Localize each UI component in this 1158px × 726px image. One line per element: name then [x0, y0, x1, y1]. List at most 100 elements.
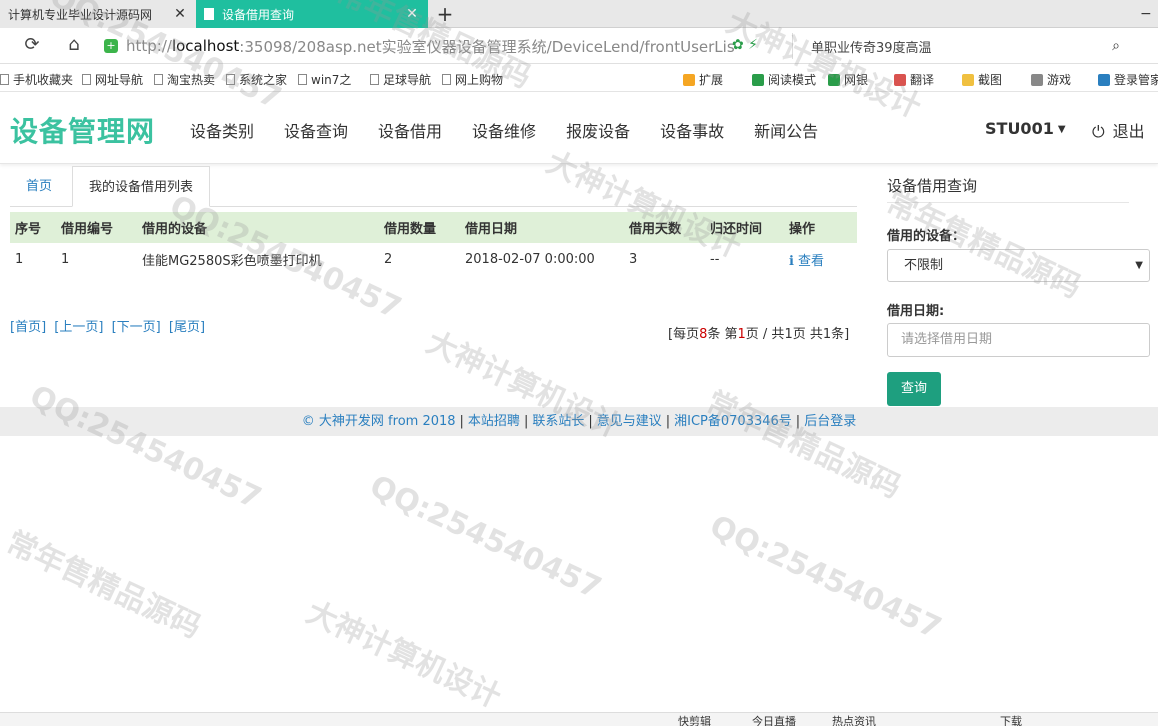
main-nav: 设备类别 设备查询 设备借用 设备维修 报废设备 设备事故 新闻公告 [190, 118, 848, 142]
nav-scrapped-device[interactable]: 报废设备 [566, 118, 630, 142]
footer-link-recruit[interactable]: 本站招聘 [468, 414, 520, 429]
column-header: 归还时间 [705, 212, 784, 243]
footer-link-icp[interactable]: 湘ICP备0703346号 [674, 414, 792, 429]
date-field-label: 借用日期: [887, 304, 945, 319]
watermark: QQ:254540457 [704, 508, 947, 647]
toolbar-reading-mode[interactable]: 阅读模式 [752, 71, 816, 88]
cell-count: 2 [384, 251, 393, 267]
toolbar-translate[interactable]: 翻译 [894, 71, 934, 88]
bookmark-icon [298, 74, 307, 85]
cell-date: 2018-02-07 0:00:00 [465, 251, 595, 267]
toolbar-screenshot[interactable]: 截图 [962, 71, 1002, 88]
search-suggestion: 单职业传奇39度高温 [811, 40, 932, 56]
search-icon[interactable]: ⌕ [1112, 38, 1120, 54]
nav-device-lend[interactable]: 设备借用 [378, 118, 442, 142]
browser-tab-source-site[interactable]: 计算机专业毕业设计源码网 ✕ [0, 0, 196, 28]
nav-news[interactable]: 新闻公告 [754, 118, 818, 142]
lend-date-input[interactable]: 请选择借用日期 [887, 323, 1150, 357]
reading-mode-icon [752, 74, 764, 86]
device-field-label: 借用的设备： [887, 229, 966, 244]
watermark: QQ:254540457 [24, 378, 267, 517]
cell-action: ℹ 查看 [784, 243, 857, 275]
reload-icon[interactable]: ⟳ [20, 34, 44, 55]
status-download[interactable]: 下载 [1000, 713, 1022, 726]
footer-link-admin-login[interactable]: 后台登录 [804, 414, 856, 429]
nav-device-accident[interactable]: 设备事故 [660, 118, 724, 142]
pager-first[interactable]: [首页] [10, 320, 46, 335]
toolbar-login-manager[interactable]: 登录管家 [1098, 71, 1158, 88]
footer-link-contact[interactable]: 联系站长 [532, 414, 584, 429]
browser-status-bar: 快剪辑 今日直播 热点资讯 下载 [0, 712, 1158, 726]
bookmark-icon [82, 74, 91, 85]
username: STU001 [985, 119, 1054, 138]
close-icon[interactable]: ✕ [172, 6, 188, 22]
current-page: 1 [737, 327, 746, 342]
url-host: localhost [171, 37, 240, 55]
total-records: 1 [822, 327, 832, 342]
nav-device-query[interactable]: 设备查询 [284, 118, 348, 142]
tab-my-lend-list[interactable]: 我的设备借用列表 [72, 166, 211, 207]
browser-tab-title: 计算机专业毕业设计源码网 [8, 7, 153, 22]
user-menu[interactable]: STU001 ▼ [985, 119, 1066, 138]
watermark: 大神计算机设计 [300, 594, 507, 716]
toolbar-extensions[interactable]: 扩展 [683, 71, 723, 88]
new-tab-button[interactable]: + [434, 2, 456, 26]
bookmark-item[interactable]: 网址导航 [82, 71, 143, 88]
site-brand[interactable]: 设备管理网 [10, 110, 155, 150]
column-header: 借用数量 [379, 212, 460, 243]
footer-link-feedback[interactable]: 意见与建议 [597, 414, 662, 429]
query-button[interactable]: 查询 [887, 372, 941, 406]
column-header: 操作 [784, 212, 857, 243]
lend-table: 序号 借用编号 借用的设备 借用数量 借用日期 借用天数 归还时间 操作 1 1… [10, 212, 857, 275]
screenshot-icon [962, 74, 974, 86]
toolbar-bank[interactable]: 网银 [828, 71, 868, 88]
bookmark-icon [370, 74, 379, 85]
url-field[interactable]: + http://localhost:35098/208asp.net实验室仪器… [104, 33, 774, 59]
bookmark-icon [154, 74, 163, 85]
login-manager-icon [1098, 74, 1110, 86]
page-icon [204, 8, 214, 20]
pager: [首页] [上一页] [下一页] [尾页] [10, 316, 209, 335]
device-select[interactable]: 不限制 ▼ [887, 249, 1150, 282]
extensions-icon [683, 74, 695, 86]
total-pages: 1 [784, 327, 793, 342]
watermark: 常年售精品源码 [700, 384, 907, 506]
speed-lightning-icon[interactable]: ✿ ⚡ [732, 37, 758, 53]
browser-tab-strip: 计算机专业毕业设计源码网 ✕ 设备借用查询 ✕ + − [0, 0, 1158, 28]
pager-prev[interactable]: [上一页] [54, 320, 103, 335]
bookmark-item[interactable]: 淘宝热卖 [154, 71, 215, 88]
close-icon[interactable]: ✕ [404, 6, 420, 22]
secure-shield-icon: + [104, 39, 118, 53]
pager-last[interactable]: [尾页] [169, 320, 205, 335]
bookmark-item[interactable]: 网上购物 [442, 71, 503, 88]
table-header-row: 序号 借用编号 借用的设备 借用数量 借用日期 借用天数 归还时间 操作 [10, 212, 857, 243]
nav-device-repair[interactable]: 设备维修 [472, 118, 536, 142]
browser-tab-lend-query[interactable]: 设备借用查询 ✕ [196, 0, 428, 28]
minimize-icon[interactable]: − [1140, 6, 1152, 22]
bookmark-item[interactable]: 足球导航 [370, 71, 431, 88]
pager-next[interactable]: [下一页] [112, 320, 161, 335]
bank-icon [828, 74, 840, 86]
footer-copyright[interactable]: © 大神开发网 from 2018 [302, 414, 456, 429]
caret-down-icon: ▼ [1135, 260, 1143, 271]
browser-search-input[interactable]: 单职业传奇39度高温 ⌕ [792, 33, 1132, 59]
bookmark-item[interactable]: win7之 [298, 71, 351, 88]
cell-device: 佳能MG2580S彩色喷墨打印机 [142, 253, 322, 269]
view-link[interactable]: ℹ 查看 [789, 254, 824, 269]
cell-days: 3 [629, 251, 638, 267]
nav-device-category[interactable]: 设备类别 [190, 118, 254, 142]
bookmark-item[interactable]: 系统之家 [226, 71, 287, 88]
home-icon[interactable]: ⌂ [62, 34, 86, 55]
column-header: 序号 [10, 212, 56, 243]
cell-index: 1 [15, 251, 24, 267]
status-live[interactable]: 今日直播 [752, 713, 796, 726]
status-hot-news[interactable]: 热点资讯 [832, 713, 876, 726]
bookmark-item[interactable]: 手机收藏夹 [0, 71, 73, 88]
status-quick-edit[interactable]: 快剪辑 [678, 713, 711, 726]
tab-home[interactable]: 首页 [10, 166, 68, 207]
logout-button[interactable]: ⏻ 退出 [1092, 118, 1145, 142]
bookmark-icon [0, 74, 9, 85]
power-icon: ⏻ [1092, 122, 1105, 141]
table-row: 1 1 佳能MG2580S彩色喷墨打印机 2 2018-02-07 0:00:0… [10, 243, 857, 275]
toolbar-games[interactable]: 游戏 [1031, 71, 1071, 88]
